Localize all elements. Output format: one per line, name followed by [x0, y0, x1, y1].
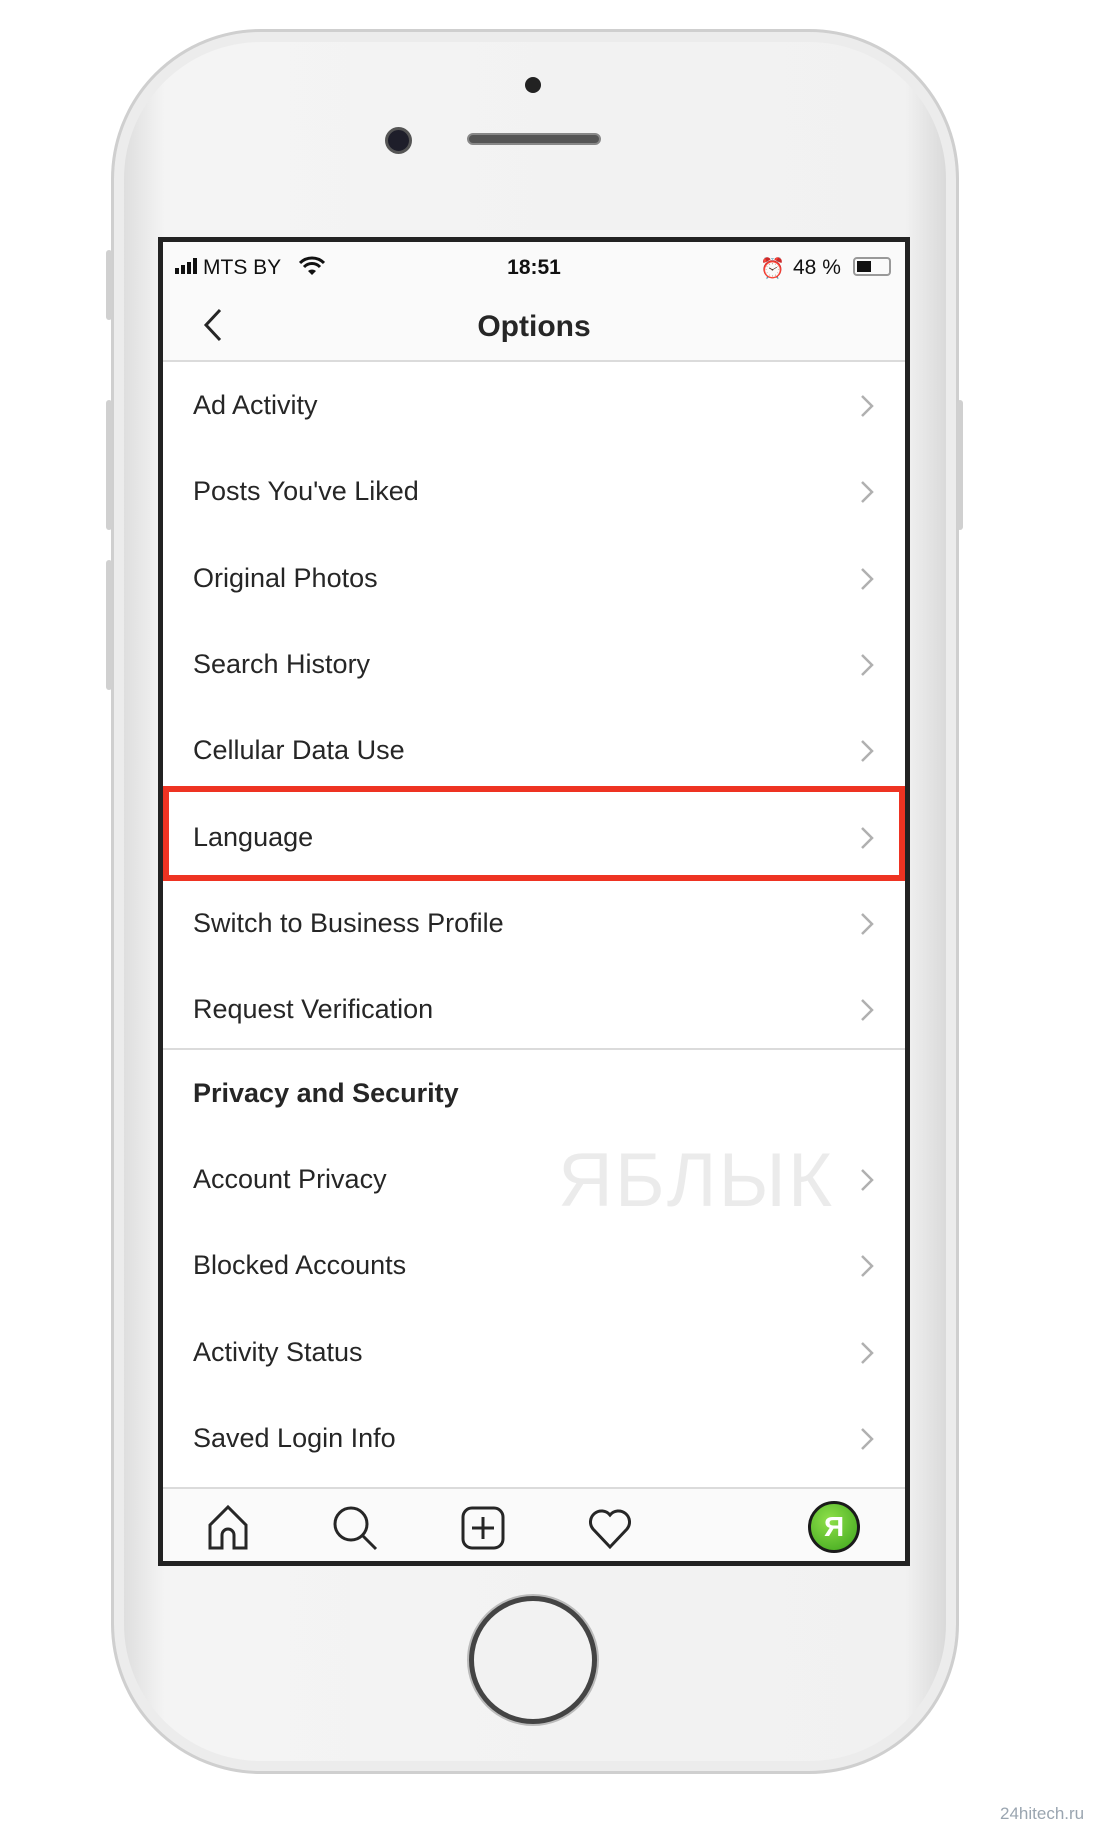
list-item[interactable]: Blocked Accounts: [163, 1223, 905, 1309]
row-label: Request Verification: [193, 994, 434, 1025]
page-title: Options: [477, 310, 591, 343]
battery-percent: 48 %: [793, 256, 841, 279]
chevron-right-icon: [861, 1341, 874, 1364]
list-item[interactable]: Switch to Business Profile: [163, 881, 905, 967]
chevron-right-icon: [861, 567, 874, 590]
chevron-right-icon: [861, 654, 874, 676]
chevron-right-icon: [861, 999, 874, 1021]
earpiece-speaker: [467, 133, 601, 145]
chevron-right-icon: [861, 740, 874, 763]
row-label: Ad Activity: [193, 390, 318, 420]
list-item[interactable]: Posts You've Liked: [163, 449, 905, 535]
list-item[interactable]: Cellular Data Use: [163, 708, 905, 794]
chevron-right-icon: [861, 1255, 874, 1278]
list-item[interactable]: Ad Activity: [163, 363, 905, 449]
credit-text: 24hitech.ru: [1000, 1804, 1085, 1823]
row-label: Switch to Business Profile: [193, 907, 504, 938]
home-icon[interactable]: [203, 1503, 253, 1553]
battery-icon: [853, 257, 891, 276]
proximity-sensor: [525, 77, 541, 93]
row-label: Posts You've Liked: [193, 476, 419, 507]
volume-up-button: [106, 400, 112, 530]
status-bar: MTS BY 18:51 ⏰ 48 %: [163, 242, 905, 290]
screen: MTS BY 18:51 ⏰ 48 % Options ЯБЛЫК Ad Act…: [158, 237, 910, 1566]
alarm-icon: ⏰: [760, 258, 785, 280]
list-item[interactable]: Account Privacy: [163, 1137, 905, 1223]
row-label: Saved Login Info: [193, 1422, 396, 1453]
section-header: Privacy and Security: [163, 1051, 905, 1137]
chevron-right-icon: [861, 1169, 874, 1191]
power-button: [957, 400, 963, 530]
chevron-right-icon: [861, 481, 874, 504]
row-label: Cellular Data Use: [193, 735, 405, 766]
list-item[interactable]: Search History: [163, 622, 905, 708]
home-button[interactable]: [469, 1596, 597, 1724]
search-icon[interactable]: [330, 1503, 380, 1553]
row-label: Privacy and Security: [193, 1078, 459, 1108]
chevron-right-icon: [861, 912, 874, 935]
profile-avatar[interactable]: Я: [808, 1501, 860, 1553]
heart-icon[interactable]: [585, 1503, 635, 1553]
section-divider: [163, 1048, 905, 1050]
row-label: Blocked Accounts: [193, 1250, 407, 1281]
chevron-right-icon: [861, 395, 874, 417]
front-camera: [385, 127, 412, 154]
list-item[interactable]: Request Verification: [163, 967, 905, 1053]
tab-bar: Я: [163, 1487, 905, 1561]
nav-header: Options: [163, 290, 905, 362]
row-label: Activity Status: [193, 1336, 363, 1367]
mute-switch: [106, 250, 112, 320]
chevron-right-icon: [861, 1428, 874, 1450]
volume-down-button: [106, 560, 112, 690]
list-item[interactable]: Saved Login Info: [163, 1396, 905, 1482]
language-highlight-box: [163, 786, 905, 881]
list-item[interactable]: Activity Status: [163, 1310, 905, 1396]
row-label: Original Photos: [193, 562, 378, 593]
new-post-icon[interactable]: [458, 1503, 508, 1553]
list-item[interactable]: Original Photos: [163, 536, 905, 622]
row-label: Search History: [193, 648, 371, 679]
row-label: Account Privacy: [193, 1164, 387, 1194]
